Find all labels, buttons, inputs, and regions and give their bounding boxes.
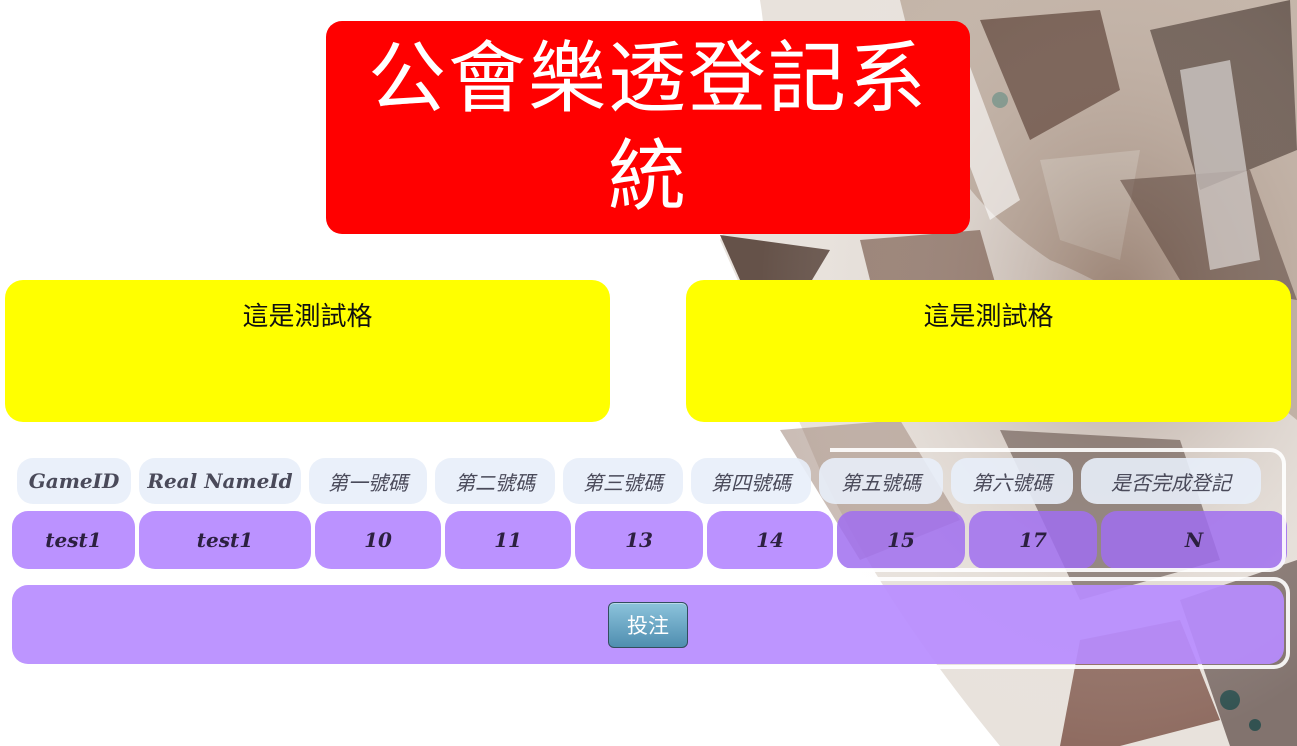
test-panel-left: 這是測試格 [5, 280, 610, 422]
bet-submit-button[interactable]: 投注 [608, 601, 688, 648]
column-header-gameid: GameID [17, 458, 131, 504]
title-banner: 公會樂透登記系統 [326, 21, 970, 234]
cell-number-5: 15 [837, 511, 965, 569]
column-header-number-1: 第一號碼 [309, 458, 427, 504]
column-header-number-4: 第四號碼 [691, 458, 811, 504]
column-header-realname: Real NameId [139, 458, 301, 504]
cell-registered: N [1101, 511, 1287, 569]
column-header-registered: 是否完成登記 [1081, 458, 1261, 504]
cell-number-1: 10 [315, 511, 441, 569]
cell-gameid: test1 [12, 511, 135, 569]
column-header-number-6: 第六號碼 [951, 458, 1073, 504]
cell-realname: test1 [139, 511, 311, 569]
column-header-number-5: 第五號碼 [819, 458, 943, 504]
test-panel-label: 這是測試格 [242, 302, 373, 332]
test-panel-label: 這是測試格 [923, 302, 1054, 332]
table-row: test1 test1 10 11 13 14 15 17 N [8, 511, 1287, 569]
cell-number-3: 13 [575, 511, 703, 569]
table-header-row: GameID Real NameId 第一號碼 第二號碼 第三號碼 第四號碼 第… [8, 458, 1261, 504]
page-title: 公會樂透登記系統 [367, 33, 928, 222]
cell-number-4: 14 [707, 511, 833, 569]
submit-bar: 投注 [12, 585, 1284, 664]
test-panel-right: 這是測試格 [686, 280, 1291, 422]
column-header-number-3: 第三號碼 [563, 458, 683, 504]
page: 公會樂透登記系統 這是測試格 這是測試格 GameID Real NameId … [0, 0, 1297, 746]
cell-number-6: 17 [969, 511, 1097, 569]
column-header-number-2: 第二號碼 [435, 458, 555, 504]
cell-number-2: 11 [445, 511, 571, 569]
